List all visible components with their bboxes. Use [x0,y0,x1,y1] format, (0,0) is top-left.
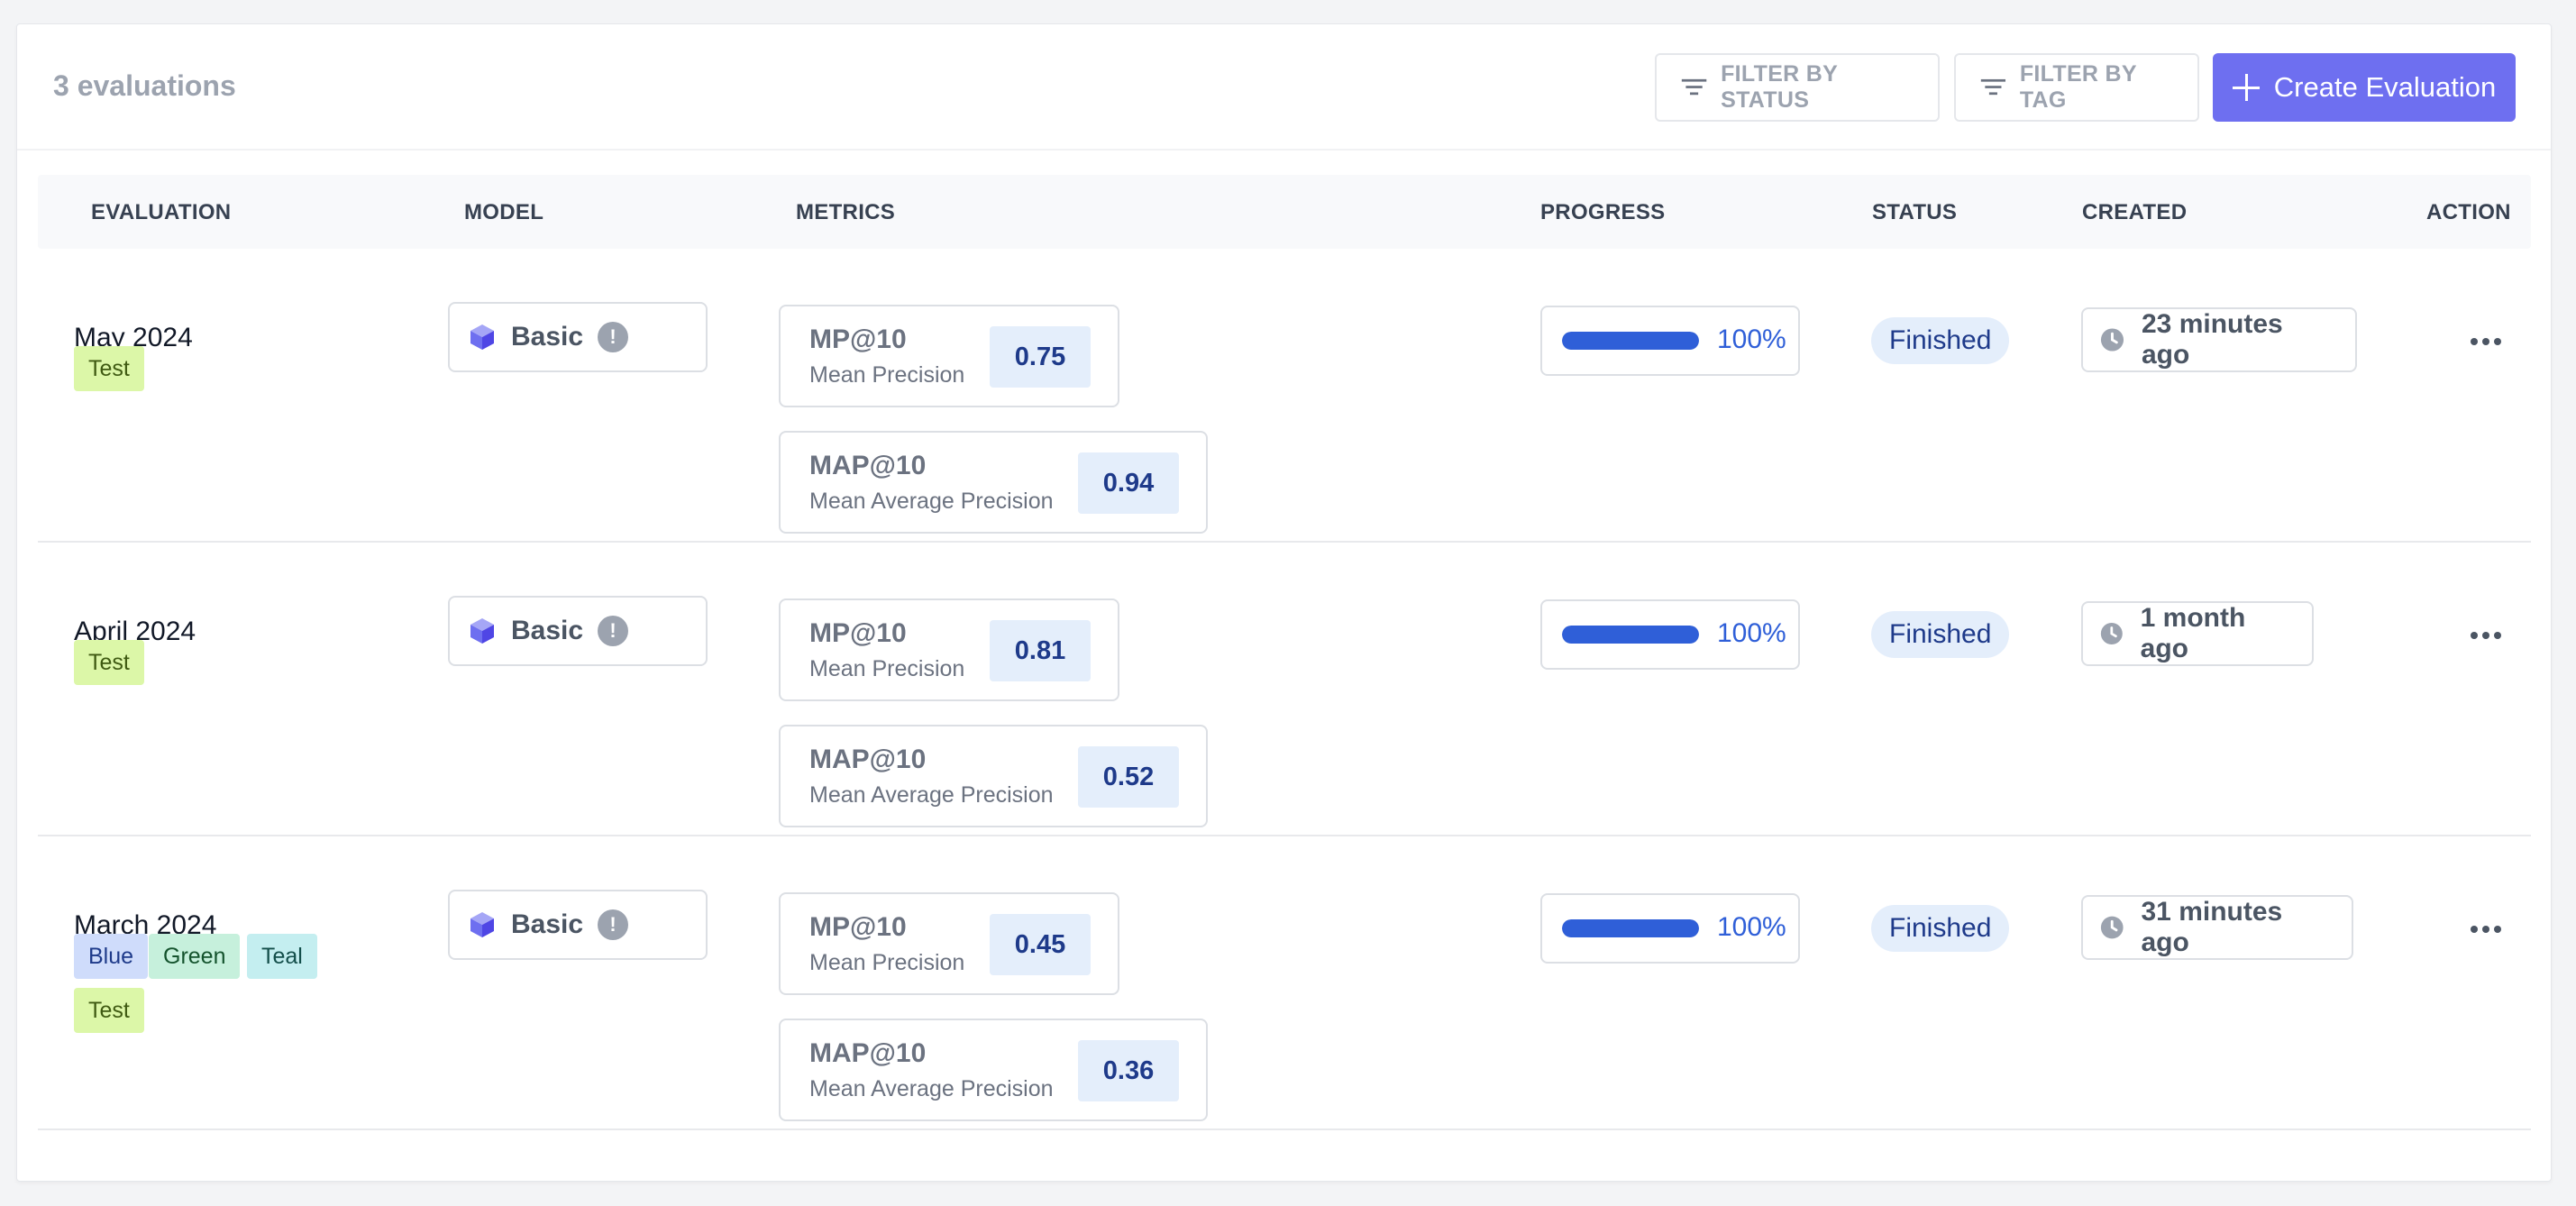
created-label: 31 minutes ago [2141,897,2283,957]
tag-test[interactable]: Test [74,640,144,685]
clock-icon [2100,916,2124,939]
model-chip[interactable]: Basic! [448,302,708,372]
cube-icon [470,324,494,350]
metric-card: MP@10 Mean Precision 0.81 [779,598,1119,701]
progress-track [1562,626,1699,644]
column-header-model: MODEL [464,200,544,224]
tag-green[interactable]: Green [149,934,241,979]
evaluations-count: 3 evaluations [53,69,236,102]
create-evaluation-button[interactable]: Create Evaluation [2213,53,2516,122]
metric-value: 0.81 [990,620,1091,681]
progress-percent: 100% [1717,912,1786,942]
info-icon[interactable]: ! [598,909,629,940]
column-header-metrics: METRICS [796,200,896,224]
create-evaluation-label: Create Evaluation [2273,71,2497,103]
metric-description: Mean Average Precision [809,782,1054,808]
table-row[interactable]: April 2024 Test Basic! MP@10 Mean Precision 0… [38,543,2531,836]
metric-description: Mean Precision [809,362,965,388]
progress-percent: 100% [1717,618,1786,648]
info-icon[interactable]: ! [598,616,629,646]
filter-icon [1980,78,2006,96]
progress-track [1562,919,1699,937]
metric-description: Mean Average Precision [809,489,1054,514]
metric-description: Mean Precision [809,950,965,975]
filter-icon [1681,78,1707,96]
model-label: Basic [511,909,584,939]
tag-blue[interactable]: Blue [74,934,149,979]
created-timestamp: 31 minutes ago [2081,895,2353,960]
metric-code: MP@10 [809,912,907,942]
metric-value: 0.45 [990,914,1091,975]
evaluations-card: 3 evaluations FILTER BY STATUS FILTER BY… [16,23,2552,1182]
more-horizontal-icon[interactable] [2464,916,2507,943]
created-label: 1 month ago [2140,603,2246,663]
column-header-progress: PROGRESS [1540,200,1666,224]
filter-by-status-label: FILTER BY STATUS [1721,61,1838,113]
filter-by-tag-button[interactable]: FILTER BY TAG [1954,53,2199,122]
column-header-action: ACTION [2426,200,2511,224]
table-row[interactable]: March 2024 Blue Green Teal Test Basic! MP@10 Me… [38,836,2531,1130]
filter-by-status-button[interactable]: FILTER BY STATUS [1655,53,1940,122]
toolbar: 3 evaluations FILTER BY STATUS FILTER BY… [17,24,2551,151]
metric-code: MP@10 [809,618,907,648]
progress-percent: 100% [1717,324,1786,354]
progress-indicator: 100% [1540,893,1800,964]
info-icon[interactable]: ! [598,322,629,352]
metric-value: 0.36 [1078,1040,1179,1101]
clock-icon [2100,328,2124,352]
metric-card: MAP@10 Mean Average Precision 0.52 [779,725,1208,827]
status-badge: Finished [1871,317,2010,364]
cube-icon [470,618,494,644]
table-row[interactable]: May 2024 Test Basic! MP@10 Mean Precision 0.7… [38,249,2531,543]
tag-test[interactable]: Test [74,988,144,1033]
metric-card: MP@10 Mean Precision 0.45 [779,892,1119,995]
progress-track [1562,332,1699,350]
progress-indicator: 100% [1540,599,1800,670]
cube-icon [470,912,494,937]
metric-code: MP@10 [809,324,907,354]
column-header-status: STATUS [1872,200,1958,224]
metric-value: 0.94 [1078,452,1179,514]
tag-teal[interactable]: Teal [247,934,317,979]
more-horizontal-icon[interactable] [2464,622,2507,649]
tag-test[interactable]: Test [74,346,144,391]
created-timestamp: 23 minutes ago [2081,307,2357,372]
status-badge: Finished [1871,905,2010,952]
progress-fill [1562,332,1699,350]
created-timestamp: 1 month ago [2081,601,2314,666]
metric-card: MAP@10 Mean Average Precision 0.36 [779,1019,1208,1121]
model-label: Basic [511,616,584,645]
metric-description: Mean Average Precision [809,1076,1054,1101]
metric-value: 0.52 [1078,746,1179,808]
model-label: Basic [511,322,584,352]
status-badge: Finished [1871,611,2010,658]
filter-by-tag-label: FILTER BY TAG [2019,61,2137,113]
model-chip[interactable]: Basic! [448,890,708,960]
plus-icon [2232,74,2260,101]
metric-code: MAP@10 [809,451,927,480]
progress-fill [1562,919,1699,937]
model-chip[interactable]: Basic! [448,596,708,666]
column-header-evaluation: EVALUATION [91,200,232,224]
more-horizontal-icon[interactable] [2464,328,2507,355]
metric-card: MP@10 Mean Precision 0.75 [779,305,1119,407]
progress-fill [1562,626,1699,644]
metric-card: MAP@10 Mean Average Precision 0.94 [779,431,1208,534]
metric-description: Mean Precision [809,656,965,681]
progress-indicator: 100% [1540,306,1800,376]
metric-value: 0.75 [990,326,1091,388]
table-header: EVALUATION MODEL METRICS PROGRESS STATUS… [38,175,2531,249]
metric-code: MAP@10 [809,745,927,774]
column-header-created: CREATED [2082,200,2188,224]
clock-icon [2100,623,2123,644]
metric-code: MAP@10 [809,1038,927,1068]
created-label: 23 minutes ago [2141,309,2283,370]
